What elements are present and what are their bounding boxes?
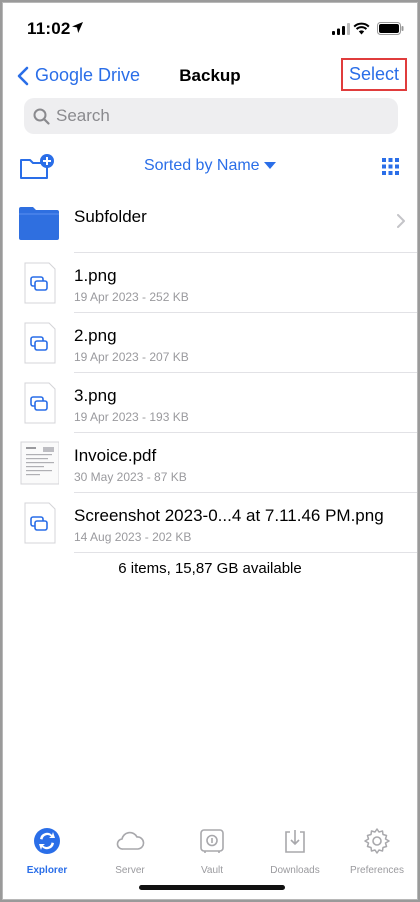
- list-item-file[interactable]: Invoice.pdf 30 May 2023 - 87 KB: [3, 433, 417, 493]
- caret-down-icon[interactable]: [264, 162, 277, 170]
- storage-summary: 6 items, 15,87 GB available: [118, 560, 302, 577]
- item-meta: 19 Apr 2023 - 207 KB: [74, 350, 189, 364]
- tab-downloads[interactable]: Downloads: [255, 827, 335, 876]
- item-name: 2.png: [74, 326, 117, 345]
- image-file-icon: [24, 262, 56, 304]
- chevron-right-icon: [397, 214, 405, 228]
- item-meta: 19 Apr 2023 - 193 KB: [74, 410, 189, 424]
- explorer-icon: [34, 828, 60, 854]
- file-list: Subfolder 1.png 19 Apr 2023 - 252 KB 2.p…: [3, 190, 417, 553]
- item-meta: 30 May 2023 - 87 KB: [74, 470, 187, 484]
- gear-icon: [364, 828, 390, 854]
- wifi-icon: [353, 22, 370, 35]
- back-button[interactable]: Google Drive: [17, 65, 140, 86]
- list-item-file[interactable]: 2.png 19 Apr 2023 - 207 KB: [3, 313, 417, 373]
- image-file-icon: [24, 322, 56, 364]
- list-item-subfolder[interactable]: Subfolder: [3, 190, 417, 253]
- item-meta: 19 Apr 2023 - 252 KB: [74, 290, 189, 304]
- list-item-file[interactable]: 3.png 19 Apr 2023 - 193 KB: [3, 373, 417, 433]
- tab-vault[interactable]: Vault: [172, 827, 252, 876]
- grid-view-icon[interactable]: [382, 158, 399, 175]
- list-item-file[interactable]: Screenshot 2023-0...4 at 7.11.46 PM.png …: [3, 493, 417, 553]
- search-bar[interactable]: Search: [24, 98, 398, 134]
- location-arrow-icon: [72, 22, 83, 33]
- tab-bar: Explorer Server Vault Downloads Preferen…: [3, 809, 417, 899]
- navigation-bar: Google Drive Backup Select: [3, 55, 417, 95]
- tab-explorer[interactable]: Explorer: [7, 827, 87, 876]
- sort-control: Sorted by Name: [3, 157, 417, 175]
- status-bar: 11:02: [3, 3, 417, 55]
- tab-label: Preferences: [350, 865, 404, 876]
- status-time: 11:02: [27, 19, 71, 38]
- item-name: Invoice.pdf: [74, 446, 157, 465]
- item-meta: 14 Aug 2023 - 202 KB: [74, 530, 192, 544]
- image-file-icon: [24, 502, 56, 544]
- item-name: 1.png: [74, 266, 117, 285]
- screen: 11:02 Google Drive Backup Select Search: [2, 2, 418, 900]
- cellular-signal-icon: [332, 23, 350, 35]
- download-icon: [285, 830, 305, 853]
- back-button-label: Google Drive: [35, 65, 141, 85]
- tab-label: Server: [115, 865, 145, 876]
- pdf-thumbnail-icon: [20, 441, 59, 485]
- item-name: Subfolder: [74, 207, 147, 226]
- sort-button[interactable]: Sorted by Name: [144, 157, 260, 174]
- home-indicator: [139, 885, 285, 890]
- select-button[interactable]: Select: [340, 58, 407, 91]
- battery-icon: [377, 22, 404, 35]
- tab-preferences[interactable]: Preferences: [337, 827, 417, 876]
- tab-label: Explorer: [26, 865, 68, 876]
- folder-icon: [19, 207, 59, 240]
- image-file-icon: [24, 382, 56, 424]
- vault-icon: [200, 829, 224, 853]
- list-item-file[interactable]: 1.png 19 Apr 2023 - 252 KB: [3, 253, 417, 313]
- item-name: 3.png: [74, 386, 117, 405]
- cloud-icon: [116, 831, 145, 850]
- chevron-left-icon: [17, 66, 29, 85]
- tab-label: Vault: [200, 865, 224, 876]
- row-divider: [74, 552, 417, 553]
- tab-label: Downloads: [270, 865, 320, 876]
- file-toolbar: Sorted by Name: [3, 151, 417, 183]
- tab-server[interactable]: Server: [90, 827, 170, 876]
- item-name: Screenshot 2023-0...4 at 7.11.46 PM.png: [74, 506, 384, 525]
